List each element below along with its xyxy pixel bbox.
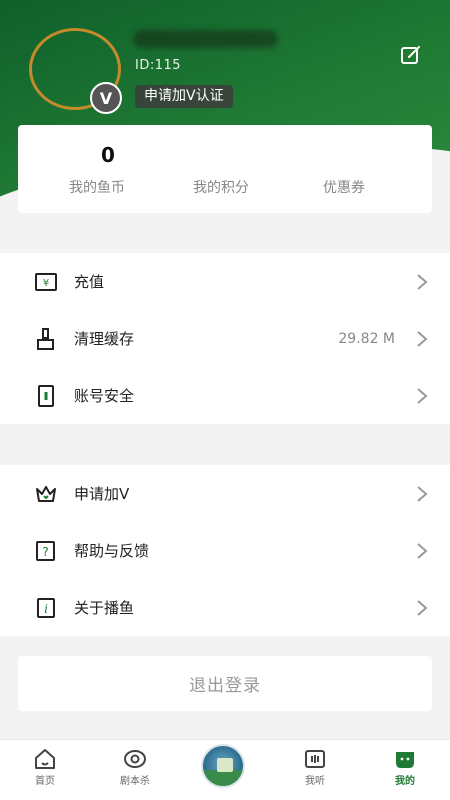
phone-lock-icon xyxy=(38,385,54,407)
chevron-right-icon xyxy=(417,388,428,404)
recharge-icon: ¥ xyxy=(35,273,57,291)
menu-label: 账号安全 xyxy=(74,387,135,405)
coupons-link[interactable]: 优惠券 xyxy=(323,177,365,197)
cache-size: 29.82 M xyxy=(338,330,395,347)
tab-label: 首页 xyxy=(35,776,55,787)
center-artwork-ground xyxy=(203,770,243,786)
info-icon: i xyxy=(37,598,55,618)
tab-label: 剧本杀 xyxy=(120,776,150,787)
menu-label: 关于播鱼 xyxy=(74,599,135,617)
menu-label: 帮助与反馈 xyxy=(74,542,150,560)
tab-script-kill[interactable]: 剧本杀 xyxy=(90,740,180,800)
svg-text:i: i xyxy=(44,602,48,616)
svg-text:?: ? xyxy=(42,545,48,559)
center-artwork-figure xyxy=(217,758,233,772)
menu-item-apply-v[interactable]: 申请加V xyxy=(0,465,450,522)
home-icon xyxy=(35,749,55,769)
menu-item-about[interactable]: i 关于播鱼 xyxy=(0,579,450,636)
apply-verify-button[interactable]: 申请加V认证 xyxy=(135,85,233,108)
menu-label: 申请加V xyxy=(74,485,130,503)
username-blurred xyxy=(133,30,278,48)
svg-text:¥: ¥ xyxy=(43,278,49,289)
chevron-right-icon xyxy=(417,274,428,290)
chevron-right-icon xyxy=(417,486,428,502)
menu-label: 清理缓存 xyxy=(74,330,135,348)
script-kill-icon xyxy=(124,750,146,768)
tab-listen[interactable]: 我听 xyxy=(270,740,360,800)
menu-item-help-feedback[interactable]: ? 帮助与反馈 xyxy=(0,522,450,579)
coin-count: 0 xyxy=(101,143,115,167)
broom-icon xyxy=(37,328,54,350)
listen-icon xyxy=(305,750,325,768)
menu-group-account: ¥ 充值 清理缓存 29.82 M 账号安全 xyxy=(0,253,450,424)
logout-button[interactable]: 退出登录 xyxy=(18,656,432,711)
bottom-tab-bar: 首页 剧本杀 我听 我的 xyxy=(0,739,450,800)
menu-item-clear-cache[interactable]: 清理缓存 29.82 M xyxy=(0,310,450,367)
menu-label: 充值 xyxy=(74,273,105,291)
chevron-right-icon xyxy=(417,331,428,347)
user-id: ID:115 xyxy=(135,58,182,73)
crown-icon xyxy=(36,486,56,502)
center-play-button[interactable] xyxy=(201,744,245,788)
tab-mine[interactable]: 我的 xyxy=(360,740,450,800)
chevron-right-icon xyxy=(417,543,428,559)
mine-icon xyxy=(396,752,414,768)
edit-icon[interactable] xyxy=(400,44,422,66)
menu-group-support: 申请加V ? 帮助与反馈 i 关于播鱼 xyxy=(0,465,450,636)
v-badge-icon: V xyxy=(90,82,122,114)
wallet-card: 0 我的鱼币 我的积分 优惠券 xyxy=(18,125,432,213)
tab-label: 我的 xyxy=(395,776,415,787)
menu-item-recharge[interactable]: ¥ 充值 xyxy=(0,253,450,310)
my-coins-link[interactable]: 我的鱼币 xyxy=(69,177,125,197)
help-icon: ? xyxy=(36,541,55,561)
chevron-right-icon xyxy=(417,600,428,616)
menu-item-account-security[interactable]: 账号安全 xyxy=(0,367,450,424)
tab-home[interactable]: 首页 xyxy=(0,740,90,800)
my-points-link[interactable]: 我的积分 xyxy=(193,177,249,197)
tab-label: 我听 xyxy=(305,776,325,787)
